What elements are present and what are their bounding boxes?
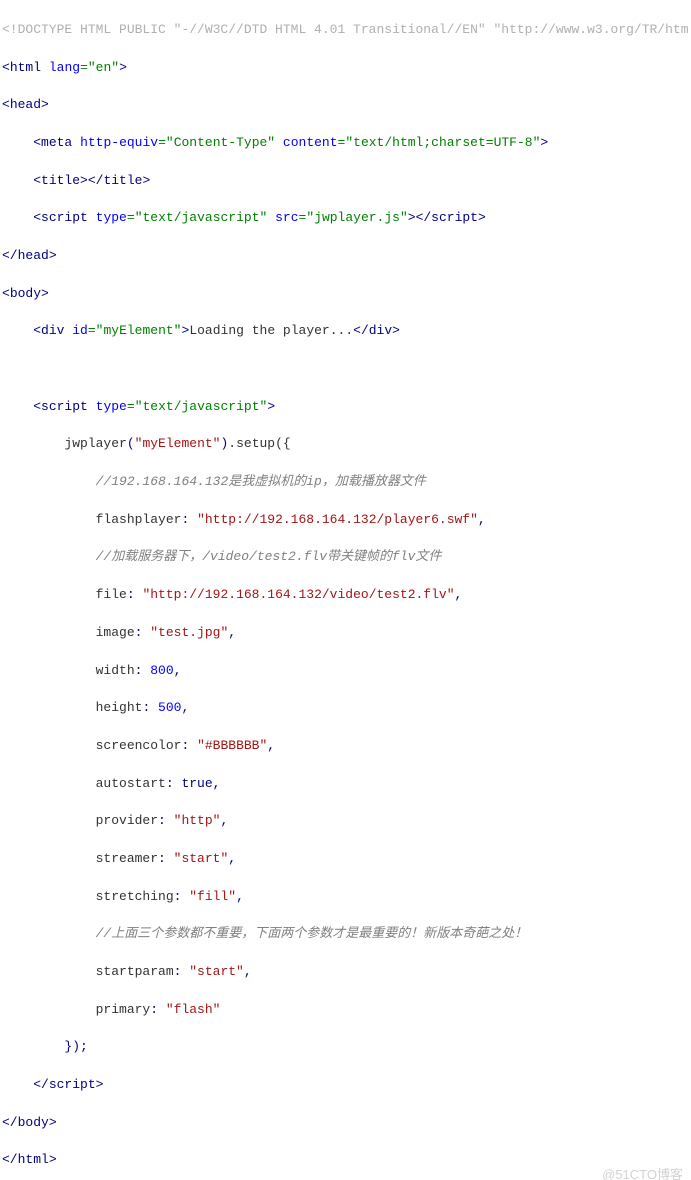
doctype-line: <!DOCTYPE HTML PUBLIC "-//W3C//DTD HTML … [2,21,689,40]
code-block: <!DOCTYPE HTML PUBLIC "-//W3C//DTD HTML … [2,2,689,1180]
